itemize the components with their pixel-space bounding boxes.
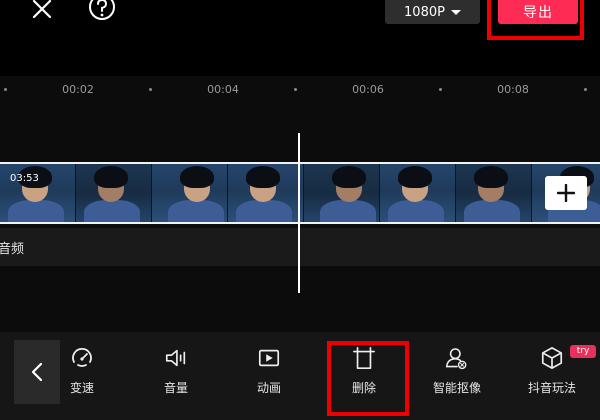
- smart-cutout-tool[interactable]: 智能抠像: [420, 346, 494, 406]
- close-icon: [32, 0, 52, 19]
- caret-down-icon: [450, 10, 461, 15]
- video-clip[interactable]: 03:53: [0, 162, 600, 224]
- audio-track-label: 音频: [0, 242, 25, 257]
- clip-frame: [304, 164, 380, 222]
- ruler-label: 00:06: [352, 83, 384, 96]
- playhead[interactable]: [298, 133, 300, 293]
- clip-frame: [152, 164, 228, 222]
- ruler-label: 00:08: [497, 83, 529, 96]
- time-ruler: 00:02 00:04 00:06 00:08: [0, 76, 600, 104]
- add-clip-button[interactable]: [545, 176, 587, 210]
- export-highlight-box: [487, 0, 584, 40]
- clip-frame: [380, 164, 456, 222]
- ruler-dot: [149, 88, 152, 91]
- timeline[interactable]: 00:02 00:04 00:06 00:08 03:53 音频: [0, 76, 600, 332]
- clip-duration: 03:53: [10, 173, 39, 184]
- tool-label: 智能抠像: [432, 381, 481, 395]
- delete-highlight-box: [327, 341, 409, 416]
- douyin-effects-icon: [540, 346, 564, 370]
- ruler-label: 00:04: [207, 83, 239, 96]
- video-editor: 1080P 导出 00:02 00:04 00:06 00:08 03:53 音…: [0, 0, 600, 420]
- try-badge: try: [570, 345, 596, 358]
- close-button[interactable]: [26, 0, 58, 22]
- plus-icon: [557, 184, 575, 202]
- speed-tool[interactable]: 变速: [45, 346, 119, 406]
- tool-label: 音量: [163, 381, 188, 395]
- speed-icon: [70, 346, 94, 370]
- ruler-dot: [584, 88, 587, 91]
- resolution-value: 1080P: [404, 4, 445, 20]
- chevron-left-icon: [31, 362, 43, 382]
- help-button[interactable]: [86, 0, 118, 22]
- clip-frame: [456, 164, 532, 222]
- animation-icon: [257, 346, 281, 370]
- ruler-label: 00:02: [62, 83, 94, 96]
- clip-thumbnails: [0, 164, 600, 222]
- ruler-dot: [294, 88, 297, 91]
- ruler-dot: [4, 88, 7, 91]
- audio-track[interactable]: 音频: [0, 228, 600, 266]
- smart-cutout-icon: [445, 346, 469, 370]
- clip-frame: [228, 164, 304, 222]
- resolution-select[interactable]: 1080P: [385, 0, 480, 24]
- volume-tool[interactable]: 音量: [139, 346, 213, 406]
- top-bar: 1080P 导出: [0, 0, 600, 48]
- animation-tool[interactable]: 动画: [232, 346, 306, 406]
- volume-icon: [164, 346, 188, 370]
- ruler-dot: [439, 88, 442, 91]
- tool-label: 变速: [69, 381, 94, 395]
- bottom-toolbar: 变速 音量 动画 删除 智能抠像 抖音玩法: [0, 332, 600, 420]
- tool-label: 动画: [256, 381, 281, 395]
- help-icon: [89, 0, 115, 20]
- tool-label: 抖音玩法: [527, 381, 576, 395]
- clip-frame: [76, 164, 152, 222]
